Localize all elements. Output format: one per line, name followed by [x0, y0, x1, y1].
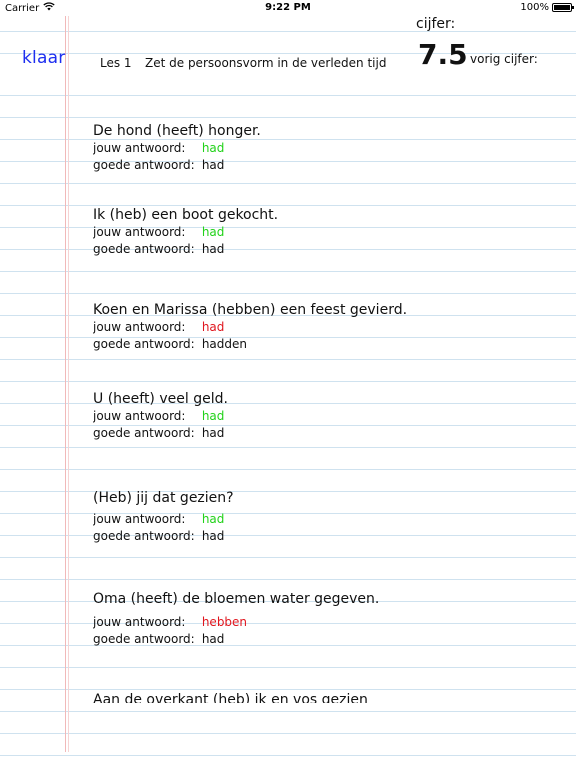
question-text: Aan de overkant (heb) ik en vos gezien: [93, 692, 368, 703]
your-answer-label: jouw antwoord:: [93, 615, 186, 629]
your-answer-value: had: [201, 320, 225, 334]
question-text: Koen en Marissa (hebben) een feest gevie…: [93, 302, 408, 318]
correct-answer-label: goede antwoord:: [93, 529, 195, 543]
correct-answer-value: had: [201, 158, 225, 172]
lesson-label: Les 1: [100, 56, 132, 70]
instruction-text: Zet de persoonsvorm in de verleden tijd: [145, 56, 387, 70]
correct-answer-value: had: [201, 242, 225, 256]
question-list[interactable]: De hond (heeft) honger. jouw antwoord: h…: [93, 0, 563, 703]
your-answer-row: jouw antwoord: had: [93, 408, 563, 425]
grade-label: cijfer:: [416, 16, 456, 32]
correct-answer-label: goede antwoord:: [93, 158, 195, 172]
correct-answer-label: goede antwoord:: [93, 337, 195, 351]
your-answer-row: jouw antwoord: hebben: [93, 614, 563, 631]
your-answer-row: jouw antwoord: had: [93, 319, 563, 336]
margin-line-secondary: [68, 0, 69, 752]
done-button[interactable]: klaar: [22, 48, 65, 68]
correct-answer-value: had: [201, 529, 225, 543]
question-text: Oma (heeft) de bloemen water gegeven.: [93, 591, 380, 607]
grade-value: 7.5: [418, 38, 468, 71]
question-text: (Heb) jij dat gezien?: [93, 490, 234, 506]
correct-answer-row: goede antwoord: had: [93, 241, 563, 258]
your-answer-value: hebben: [201, 615, 248, 629]
correct-answer-value: hadden: [201, 337, 248, 351]
your-answer-row: jouw antwoord: had: [93, 140, 563, 157]
your-answer-row: jouw antwoord: had: [93, 224, 563, 241]
your-answer-value: had: [201, 409, 225, 423]
question-text: De hond (heeft) honger.: [93, 123, 261, 139]
correct-answer-row: goede antwoord: had: [93, 157, 563, 174]
correct-answer-row: goede antwoord: had: [93, 528, 563, 545]
your-answer-value: had: [201, 141, 225, 155]
your-answer-row: jouw antwoord: had: [93, 511, 563, 528]
correct-answer-value: had: [201, 632, 225, 646]
header: klaar Les 1 Zet de persoonsvorm in de ve…: [0, 16, 576, 76]
previous-grade-label: vorig cijfer:: [470, 52, 538, 66]
question-item: (Heb) jij dat gezien? jouw antwoord: had…: [93, 489, 563, 545]
question-item: Oma (heeft) de bloemen water gegeven. jo…: [93, 590, 563, 648]
question-item: De hond (heeft) honger. jouw antwoord: h…: [93, 122, 563, 174]
your-answer-label: jouw antwoord:: [93, 320, 186, 334]
your-answer-label: jouw antwoord:: [93, 512, 186, 526]
status-bar: Carrier 9:22 PM 100%: [0, 0, 576, 16]
status-right: 100%: [520, 2, 574, 13]
correct-answer-value: had: [201, 426, 225, 440]
correct-answer-label: goede antwoord:: [93, 242, 195, 256]
your-answer-label: jouw antwoord:: [93, 225, 186, 239]
question-item: Aan de overkant (heb) ik en vos gezien: [93, 691, 563, 703]
question-item: Ik (heb) een boot gekocht. jouw antwoord…: [93, 206, 563, 258]
battery-icon: [552, 3, 574, 12]
correct-answer-label: goede antwoord:: [93, 632, 195, 646]
your-answer-label: jouw antwoord:: [93, 409, 186, 423]
correct-answer-row: goede antwoord: had: [93, 425, 563, 442]
battery-percent: 100%: [520, 2, 549, 13]
question-text: U (heeft) veel geld.: [93, 391, 228, 407]
correct-answer-label: goede antwoord:: [93, 426, 195, 440]
your-answer-value: had: [201, 512, 225, 526]
correct-answer-row: goede antwoord: had: [93, 631, 563, 648]
status-time: 9:22 PM: [265, 2, 311, 13]
question-text: Ik (heb) een boot gekocht.: [93, 207, 279, 223]
question-item: U (heeft) veel geld. jouw antwoord: had …: [93, 390, 563, 442]
your-answer-value: had: [201, 225, 225, 239]
margin-line: [65, 0, 66, 752]
correct-answer-row: goede antwoord: hadden: [93, 336, 563, 353]
your-answer-label: jouw antwoord:: [93, 141, 186, 155]
question-item: Koen en Marissa (hebben) een feest gevie…: [93, 301, 563, 353]
